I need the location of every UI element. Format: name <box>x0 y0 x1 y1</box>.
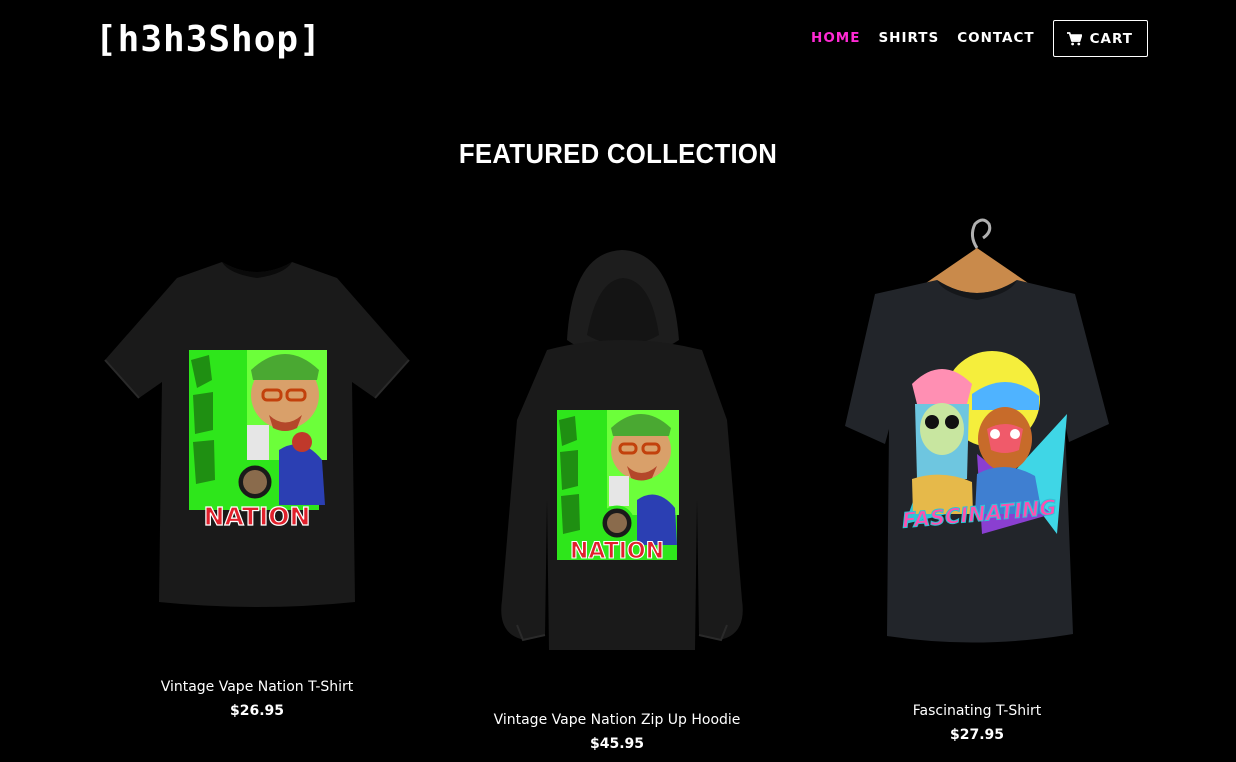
product-price: $27.95 <box>949 727 1005 743</box>
product-image-vape-tshirt[interactable]: NATION <box>97 220 417 620</box>
product-price: $26.95 <box>229 703 285 719</box>
page: [h3h3Shop] HOME SHIRTS CONTACT CART FEAT… <box>0 0 1236 762</box>
product-name[interactable]: Vintage Vape Nation Zip Up Hoodie <box>457 712 777 728</box>
print-text-nation-1: NATION <box>204 502 311 531</box>
featured-collection-title: FEATURED COLLECTION <box>458 138 778 169</box>
nav-shirts[interactable]: SHIRTS <box>878 20 939 57</box>
cart-button[interactable]: CART <box>1052 20 1148 57</box>
cart-label: CART <box>1089 30 1133 47</box>
product-price: $45.95 <box>589 736 645 752</box>
nav-home[interactable]: HOME <box>811 20 860 57</box>
product-name[interactable]: Vintage Vape Nation T-Shirt <box>97 679 417 695</box>
product-name[interactable]: Fascinating T-Shirt <box>817 703 1137 719</box>
main-nav: HOME SHIRTS CONTACT CART <box>811 20 1148 57</box>
shopping-cart-icon <box>1066 31 1082 45</box>
product-card-vape-tshirt[interactable]: NATION Vintage Vape Nation T-Shirt $26.9… <box>97 220 417 730</box>
product-card-vape-hoodie[interactable]: NATION Vintage Vape Nation Zip Up Hoodie… <box>457 240 777 760</box>
site-logo[interactable]: [h3h3Shop] <box>95 19 322 61</box>
print-text-nation-2: NATION <box>570 539 664 564</box>
nav-contact[interactable]: CONTACT <box>957 20 1034 57</box>
product-card-fascinating-tshirt[interactable]: FASCINATING Fascinating T-Shirt $27.95 <box>817 214 1137 754</box>
product-image-fascinating-tshirt[interactable]: FASCINATING <box>817 214 1137 659</box>
product-image-vape-hoodie[interactable]: NATION <box>457 240 777 655</box>
